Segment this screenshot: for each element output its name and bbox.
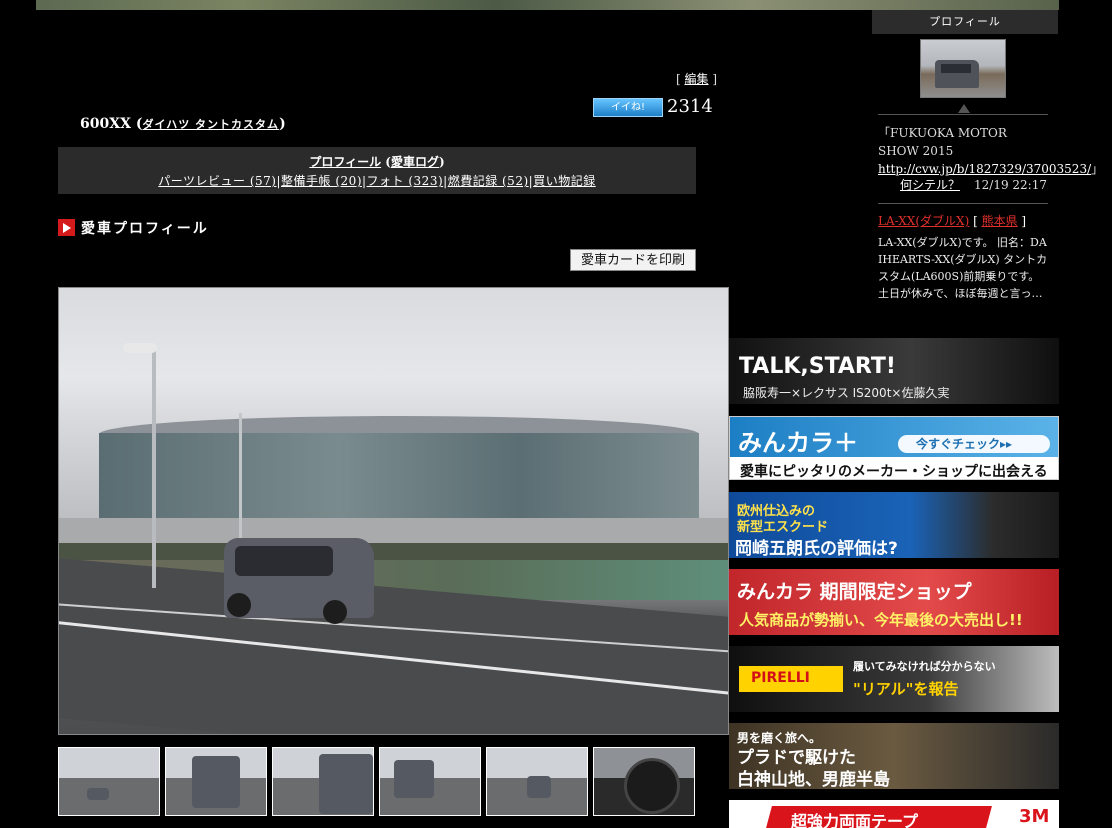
status-post: 「FUKUOKA MOTOR SHOW 2015 http://cvw.jp/b… xyxy=(878,124,1103,178)
thumb-sky xyxy=(487,748,587,779)
thumb-sky xyxy=(59,748,159,779)
ad-headline: TALK,START! xyxy=(739,354,896,379)
main-car-photo[interactable] xyxy=(58,287,729,735)
ad-headline: みんカラ 期間限定ショップ xyxy=(737,581,972,603)
nav-car-log-link[interactable]: 愛車ログ xyxy=(391,155,439,169)
status-action-link[interactable]: 何シテル？ xyxy=(900,178,960,192)
car-model-link[interactable]: ダイハツ タントカスタム xyxy=(142,118,279,131)
edit-link[interactable]: 編集 xyxy=(685,72,709,86)
thumbnail-1[interactable] xyxy=(58,747,160,816)
play-arrow-icon xyxy=(58,219,75,236)
thumbnail-4[interactable] xyxy=(379,747,481,816)
ad-headline-2: 白神山地、男鹿半島 xyxy=(737,770,890,789)
photo-lamp-pole xyxy=(239,413,242,553)
nav-profile-link[interactable]: プロフィール xyxy=(309,155,381,169)
ad-headline: "リアル"を報告 xyxy=(853,680,959,698)
ad-logo-text: PIRELLI xyxy=(751,670,810,686)
nav-fuel-link[interactable]: 燃費記録 (52) xyxy=(448,174,529,188)
thumbnail-6[interactable] xyxy=(593,747,695,816)
nav-photo-link[interactable]: フォト (323) xyxy=(367,174,444,188)
photo-car-wheel xyxy=(227,593,251,617)
section-title: 愛車プロフィール xyxy=(58,218,209,238)
thumbnail-5[interactable] xyxy=(486,747,588,816)
nav-row-2: パーツレビュー (57)|整備手帳 (20)|フォト (323)|燃費記録 (5… xyxy=(158,174,596,188)
photo-lamp xyxy=(123,343,157,353)
ad-kicker-2: 新型エスクード xyxy=(737,520,829,535)
ad-button-label: 今すぐチェック▸▸ xyxy=(916,437,1013,451)
iine-count: 2314 xyxy=(667,96,713,117)
ad-banner-3m[interactable]: 超強力両面テープ 3M xyxy=(729,800,1059,828)
speech-arrow-icon xyxy=(958,104,970,113)
nav-row-1: プロフィール (愛車ログ) xyxy=(309,155,445,169)
ad-banner-minkara-plus[interactable]: みんカラ＋ 今すぐチェック▸▸ 愛車にピッタリのメーカー・ショップに出会える xyxy=(729,416,1059,480)
photo-thumbnails xyxy=(58,747,698,817)
photo-lamp-pole xyxy=(152,348,156,588)
ad-subline: 人気商品が勢揃い、今年最後の大売出し!! xyxy=(739,611,1023,629)
thumb-car xyxy=(87,788,109,800)
ad-subline: 愛車にピッタリのメーカー・ショップに出会える xyxy=(740,464,1048,480)
thumb-car xyxy=(527,776,551,798)
photo-station-facade xyxy=(99,433,699,528)
section-title-text: 愛車プロフィール xyxy=(81,221,209,237)
status-meta: 何シテル？ 12/19 22:17 xyxy=(900,176,1047,193)
car-name: 600XX xyxy=(80,116,131,132)
edit-link-wrapper: [ 編集 ] xyxy=(676,72,718,86)
thumb-car xyxy=(394,760,434,798)
thumb-steering-wheel xyxy=(624,758,680,814)
car-title: 600XX (ダイハツ タントカスタム) xyxy=(80,116,286,132)
thumb-car xyxy=(319,754,373,814)
photo-trees xyxy=(59,543,728,561)
avatar-car xyxy=(935,60,979,88)
ad-banner-prado[interactable]: 男を磨く旅へ。 プラドで駆けた 白神山地、男鹿半島 xyxy=(729,723,1059,789)
region-link[interactable]: 熊本県 xyxy=(982,214,1018,228)
car-nav-box: プロフィール (愛車ログ) パーツレビュー (57)|整備手帳 (20)|フォト… xyxy=(58,147,696,194)
nav-shopping-link[interactable]: 買い物記録 xyxy=(533,174,596,188)
ad-headline: 超強力両面テープ xyxy=(791,812,919,828)
ad-banner-limited-shop[interactable]: みんカラ 期間限定ショップ 人気商品が勢揃い、今年最後の大売出し!! xyxy=(729,569,1059,635)
profile-avatar[interactable] xyxy=(920,39,1006,98)
ad-headline: みんカラ＋ xyxy=(738,429,858,457)
photo-car-window xyxy=(235,546,333,576)
ad-banner-pirelli[interactable]: PIRELLI 履いてみなければ分からない "リアル"を報告 xyxy=(729,646,1059,712)
nav-parts-review-link[interactable]: パーツレビュー (57) xyxy=(158,174,276,188)
iine-widget: イイね! 2314 xyxy=(593,98,713,117)
status-timestamp: 12/19 22:17 xyxy=(974,178,1047,192)
divider xyxy=(878,203,1048,204)
sidebar-header: プロフィール xyxy=(872,10,1058,34)
ad-kicker: 履いてみなければ分からない xyxy=(853,660,996,673)
thumbnail-3[interactable] xyxy=(272,747,374,816)
header-banner-image xyxy=(36,0,1059,10)
status-link[interactable]: http://cvw.jp/b/1827329/37003523/ xyxy=(878,162,1091,176)
photo-car-wheel xyxy=(323,600,347,624)
user-car-line: LA-XX(ダブルX) [ 熊本県 ] xyxy=(878,214,1027,228)
thumb-car xyxy=(192,756,240,808)
ad-headline: 岡崎五朗氏の評価は? xyxy=(735,539,898,558)
user-car-link[interactable]: LA-XX(ダブルX) xyxy=(878,214,969,228)
user-description: LA-XX(ダブルX)です。 旧名：DAIHEARTS-XX(ダブルX) タント… xyxy=(878,236,1048,300)
ad-banner-escudo[interactable]: 欧州仕込みの 新型エスクード 岡崎五朗氏の評価は? xyxy=(729,492,1059,558)
ad-logo-text: 3M xyxy=(1019,806,1050,827)
status-close: 」 xyxy=(1091,162,1104,176)
profile-sidebar: プロフィール 「FUKUOKA MOTOR SHOW 2015 http://c… xyxy=(872,10,1103,300)
iine-button[interactable]: イイね! xyxy=(593,98,663,117)
thumb-ground xyxy=(59,778,159,815)
divider xyxy=(878,114,1048,115)
ad-banner-talk-start[interactable]: TALK,START! 脇阪寿一×レクサス IS200t×佐藤久実 xyxy=(729,338,1059,404)
nav-maintenance-link[interactable]: 整備手帳 (20) xyxy=(281,174,362,188)
status-text: 「FUKUOKA MOTOR SHOW 2015 xyxy=(878,126,1007,158)
ad-subline: 脇阪寿一×レクサス IS200t×佐藤久実 xyxy=(743,386,950,400)
print-car-card-button[interactable]: 愛車カードを印刷 xyxy=(570,249,696,271)
thumbnail-2[interactable] xyxy=(165,747,267,816)
